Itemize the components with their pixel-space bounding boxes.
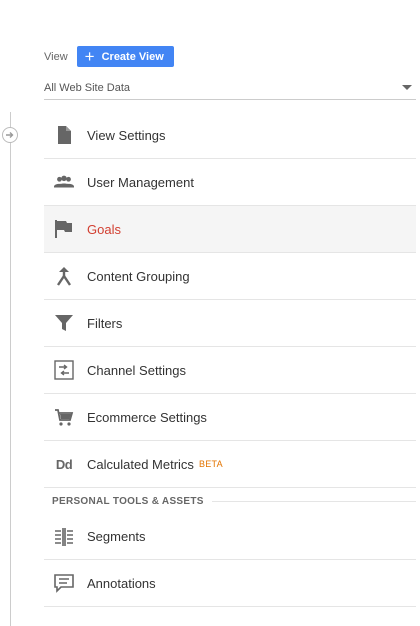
view-select-value: All Web Site Data	[44, 81, 131, 94]
menu-item-segments[interactable]: Segments	[44, 514, 416, 560]
menu-item-label: Segments	[87, 529, 146, 544]
menu-item-goals[interactable]: Goals	[44, 206, 416, 253]
menu-item-label: Annotations	[87, 575, 156, 591]
filter-icon	[53, 312, 75, 334]
dd-glyph: Dd	[55, 456, 73, 472]
menu-item-channel-settings[interactable]: Channel Settings	[44, 347, 416, 394]
beta-badge: BETA	[198, 459, 223, 469]
menu-item-label: User Management	[87, 174, 194, 190]
menu-item-content-grouping[interactable]: Content Grouping	[44, 253, 416, 300]
create-view-button[interactable]: + Create View	[76, 46, 174, 67]
menu-item-calculated-metrics[interactable]: Dd Calculated Metrics BETA	[44, 441, 416, 488]
menu-item-ecommerce-settings[interactable]: Ecommerce Settings	[44, 394, 416, 441]
document-icon	[53, 124, 75, 146]
view-select[interactable]: All Web Site Data	[44, 76, 416, 100]
menu-item-label: Content Grouping	[87, 268, 190, 284]
people-icon	[53, 171, 75, 193]
segments-icon	[53, 526, 75, 548]
nav-rail	[10, 112, 11, 626]
menu-item-annotations[interactable]: Annotations	[44, 560, 416, 607]
caret-down-icon	[402, 85, 412, 90]
menu-item-label: Goals	[87, 221, 121, 237]
merge-icon	[53, 265, 75, 287]
plus-icon: +	[84, 47, 95, 66]
menu-item-label: Filters	[87, 315, 123, 331]
menu-item-label: Ecommerce Settings	[87, 409, 207, 425]
section-divider	[211, 500, 416, 502]
flag-icon	[53, 218, 75, 240]
channel-icon	[53, 359, 75, 381]
admin-menu: View Settings User Management Goals Cont…	[44, 112, 416, 607]
section-title: PERSONAL TOOLS & ASSETS	[52, 495, 212, 507]
cart-icon	[53, 406, 75, 428]
collapse-toggle[interactable]	[2, 127, 18, 143]
annotation-icon	[53, 572, 75, 594]
create-view-label: Create View	[101, 50, 164, 63]
view-row: View + Create View	[44, 46, 174, 67]
menu-item-label: Channel Settings	[87, 362, 187, 378]
dd-icon: Dd	[53, 453, 75, 475]
menu-item-label: Calculated Metrics	[87, 456, 194, 472]
view-label: View	[44, 50, 68, 63]
menu-item-label: View Settings	[87, 127, 166, 143]
menu-item-filters[interactable]: Filters	[44, 300, 416, 347]
menu-item-user-management[interactable]: User Management	[44, 159, 416, 206]
arrow-right-icon	[6, 132, 14, 138]
section-header-personal-tools: PERSONAL TOOLS & ASSETS	[44, 488, 416, 514]
menu-item-view-settings[interactable]: View Settings	[44, 112, 416, 159]
